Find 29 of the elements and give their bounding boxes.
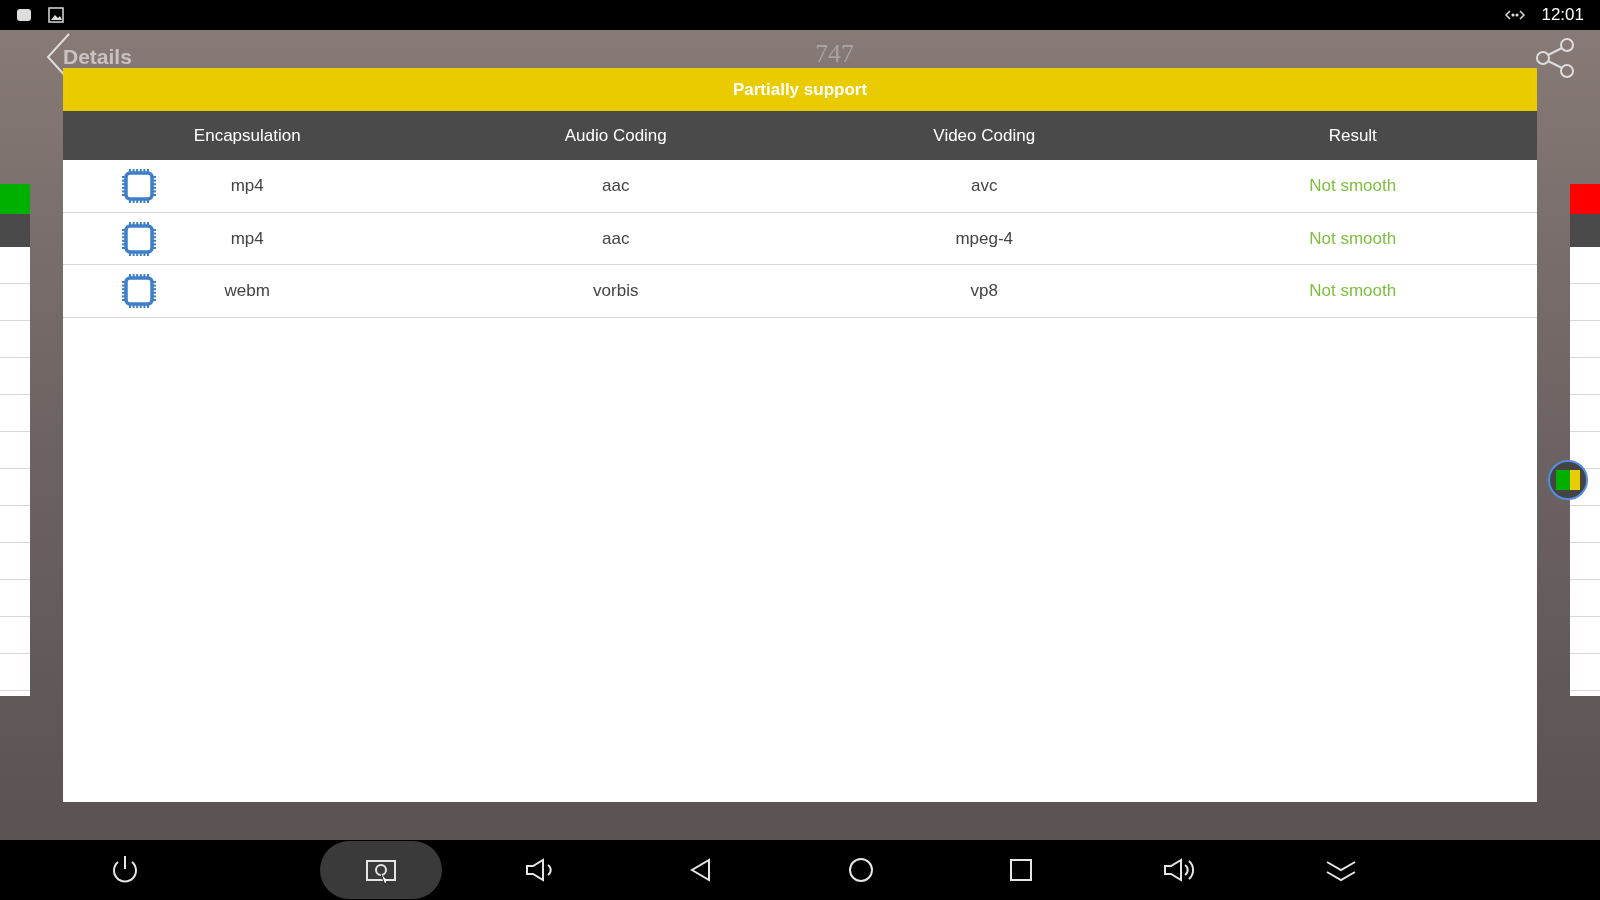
share-button[interactable]	[1533, 36, 1577, 80]
column-header: Audio Coding	[564, 124, 667, 147]
table-cell-text: aac	[602, 227, 630, 250]
column-header: Video Coding	[933, 124, 1036, 147]
table-cell-text: avc	[971, 175, 998, 197]
table-cell-text: vorbis	[593, 280, 639, 302]
share-icon	[1534, 37, 1576, 79]
support-banner: Partially support	[63, 68, 1537, 111]
result-cell-text: Not smooth	[1309, 280, 1397, 302]
image-icon	[48, 7, 64, 23]
page-header-bar	[0, 214, 30, 247]
chip-icon	[119, 271, 159, 311]
column-header: Result	[1328, 124, 1377, 147]
network-icon	[1505, 8, 1526, 22]
table-cell-text: aac	[602, 175, 630, 197]
page-header-bar	[1570, 214, 1600, 247]
table-cell-text: mpeg-4	[955, 227, 1014, 250]
result-cell-text: Not smooth	[1309, 175, 1397, 197]
column-header: Encapsulation	[193, 124, 301, 147]
table-cell-text: webm	[224, 280, 270, 302]
table-cell-text: mp4	[230, 227, 264, 250]
table-cell-text: mp4	[230, 175, 264, 197]
chip-icon	[119, 166, 159, 206]
page-title: Details	[63, 46, 132, 67]
notification-icon	[16, 7, 32, 23]
result-cell-text: Not smooth	[1309, 227, 1397, 250]
table-cell-text: vp8	[970, 280, 998, 302]
floating-assistant-button[interactable]	[1548, 460, 1588, 500]
clock-time: 12:01	[1541, 4, 1584, 27]
